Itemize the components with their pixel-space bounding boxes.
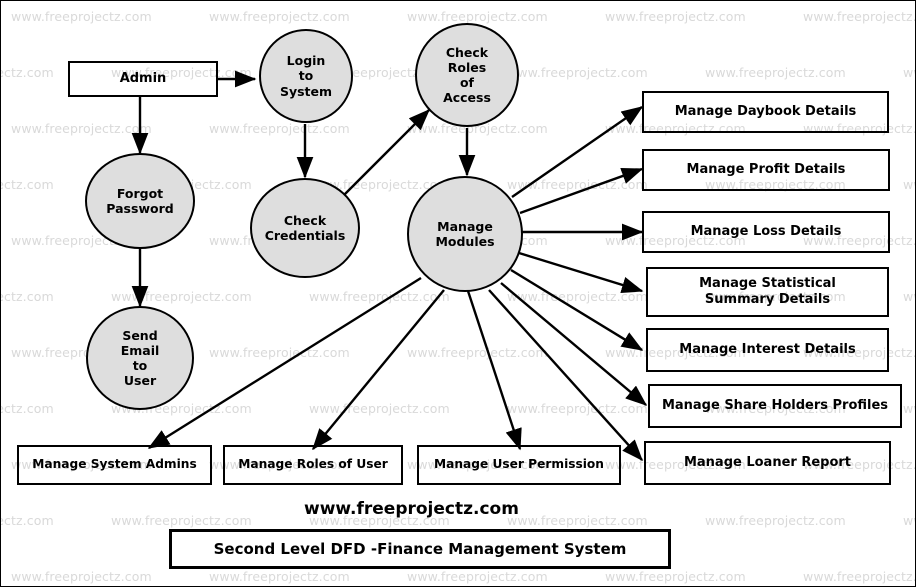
module-manage-user-permission[interactable]: Manage User Permission [417,445,621,485]
process-check-credentials-label: Check Credentials [264,212,346,243]
module-manage-daybook-details-label: Manage Daybook Details [674,103,857,119]
module-manage-share-holders-profiles-label: Manage Share Holders Profiles [661,397,889,413]
module-manage-loaner-report-right-label: Manage Loaner Report [683,454,852,470]
module-manage-system-admins-label: Manage System Admins [32,457,197,472]
module-manage-user-permission-label: Manage User Permission [434,457,604,472]
module-manage-statistical-summary-details-label: Manage Statistical Summary Details [699,275,836,307]
module-manage-loaner-report-right[interactable]: Manage Loaner Report [644,441,891,485]
module-manage-profit-details-label: Manage Profit Details [686,161,846,177]
process-manage-modules-label: Manage Modules [435,218,495,249]
module-manage-interest-details[interactable]: Manage Interest Details [646,328,889,372]
process-check-roles-of-access[interactable]: Check Roles of Access [415,23,519,127]
module-manage-system-admins[interactable]: Manage System Admins [17,445,212,485]
module-manage-loss-details-label: Manage Loss Details [690,223,842,239]
process-login-to-system-label: Login to System [279,53,333,99]
entity-admin[interactable]: Admin [68,61,218,97]
module-manage-share-holders-profiles[interactable]: Manage Share Holders Profiles [648,384,902,428]
module-manage-statistical-summary-details[interactable]: Manage Statistical Summary Details [646,267,889,317]
site-credit-text: www.freeprojectz.com [304,499,519,519]
diagram-title-label: Second Level DFD -Finance Management Sys… [213,540,627,558]
module-manage-daybook-details[interactable]: Manage Daybook Details [642,91,889,133]
module-manage-profit-details[interactable]: Manage Profit Details [642,149,890,191]
process-forgot-password[interactable]: Forgot Password [85,153,195,249]
process-check-roles-of-access-label: Check Roles of Access [443,44,491,106]
process-login-to-system[interactable]: Login to System [259,29,353,123]
process-forgot-password-label: Forgot Password [106,185,174,216]
module-manage-loss-details[interactable]: Manage Loss Details [642,211,890,253]
process-manage-modules[interactable]: Manage Modules [407,176,523,292]
diagram-title-box: Second Level DFD -Finance Management Sys… [169,529,671,569]
node-layer: Admin Login to System Check Roles of Access F… [1,1,915,586]
module-manage-roles-of-user-label: Manage Roles of User [238,457,388,472]
process-check-credentials[interactable]: Check Credentials [250,178,360,278]
module-manage-interest-details-label: Manage Interest Details [679,341,856,357]
entity-admin-label: Admin [119,70,167,86]
module-manage-roles-of-user[interactable]: Manage Roles of User [223,445,403,485]
process-send-email-to-user[interactable]: Send Email to User [86,306,194,410]
process-send-email-to-user-label: Send Email to User [120,327,160,389]
dfd-diagram-canvas: www.freeprojectz.com www.freeprojectz.com… [0,0,916,587]
